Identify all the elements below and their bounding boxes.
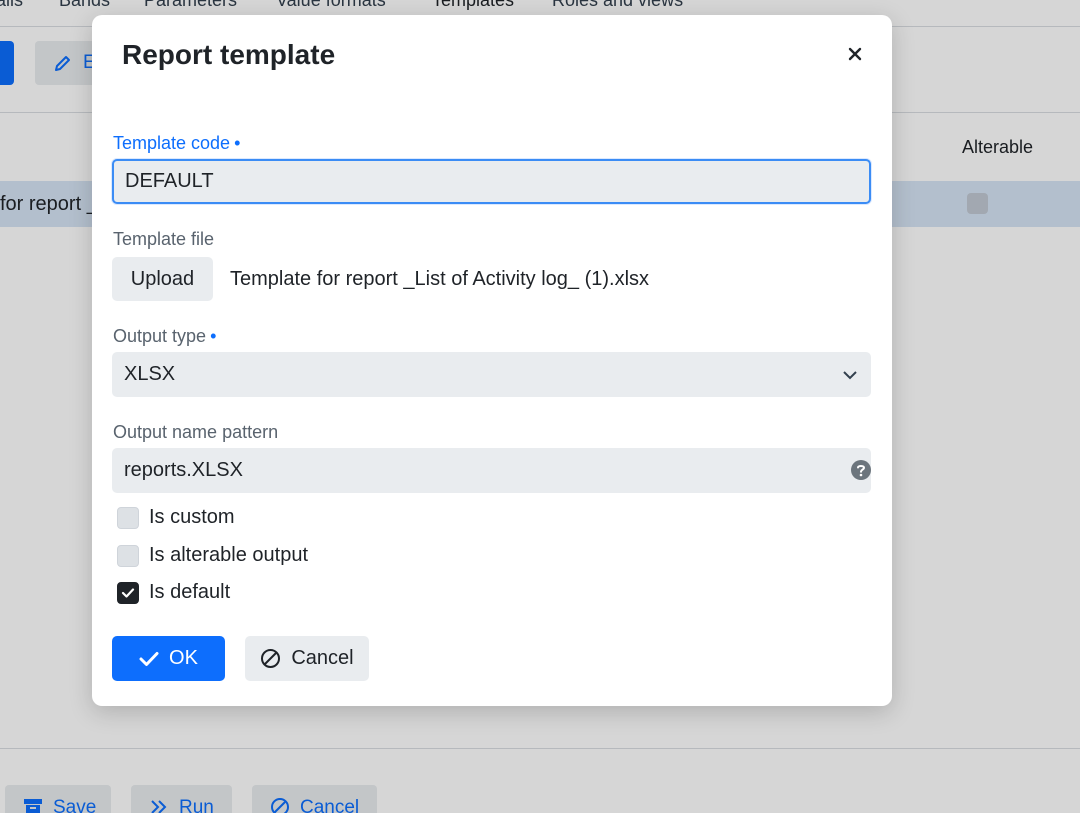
upload-button[interactable]: Upload bbox=[112, 257, 213, 301]
cancel-button[interactable]: Cancel bbox=[245, 636, 369, 681]
output-name-pattern-input[interactable] bbox=[112, 448, 871, 493]
is-alterable-output-label: Is alterable output bbox=[149, 544, 308, 566]
cancel-button-label: Cancel bbox=[291, 647, 354, 669]
template-code-required-marker: • bbox=[234, 133, 241, 153]
output-type-label-text: Output type bbox=[113, 326, 207, 346]
dialog-title: Report template bbox=[122, 39, 336, 70]
is-default-checkbox[interactable] bbox=[117, 581, 139, 604]
is-default-label: Is default bbox=[149, 581, 231, 603]
check-icon bbox=[139, 651, 159, 666]
output-type-label: Output type • bbox=[113, 326, 216, 347]
template-file-label: Template file bbox=[113, 229, 215, 249]
is-alterable-output-checkbox[interactable] bbox=[117, 544, 139, 567]
close-icon bbox=[848, 47, 862, 61]
ok-button[interactable]: OK bbox=[112, 636, 225, 681]
is-custom-checkbox[interactable] bbox=[117, 506, 139, 529]
checkmark-icon bbox=[121, 587, 135, 598]
close-button[interactable] bbox=[840, 39, 870, 69]
is-custom-checkbox-row[interactable]: Is custom bbox=[117, 506, 235, 529]
ok-button-label: OK bbox=[169, 647, 198, 669]
chevron-down-icon bbox=[843, 370, 857, 379]
is-alterable-output-checkbox-row[interactable]: Is alterable output bbox=[117, 544, 308, 567]
help-icon[interactable] bbox=[851, 460, 871, 480]
is-default-checkbox-row[interactable]: Is default bbox=[117, 581, 230, 604]
ban-icon bbox=[261, 649, 281, 668]
template-file-name[interactable]: Template for report _List of Activity lo… bbox=[230, 268, 649, 291]
output-type-required-marker: • bbox=[210, 326, 217, 346]
output-name-pattern-wrapper bbox=[92, 448, 892, 493]
template-code-input[interactable] bbox=[112, 159, 871, 204]
output-name-pattern-label: Output name pattern bbox=[113, 422, 279, 442]
output-type-select[interactable]: XLSX bbox=[112, 352, 871, 397]
report-template-dialog: Report template Template code• Template … bbox=[92, 15, 892, 706]
template-code-label-text: Template code bbox=[113, 133, 231, 153]
output-type-value: XLSX bbox=[124, 363, 176, 385]
template-code-label: Template code • bbox=[113, 133, 240, 154]
is-custom-label: Is custom bbox=[149, 506, 235, 528]
